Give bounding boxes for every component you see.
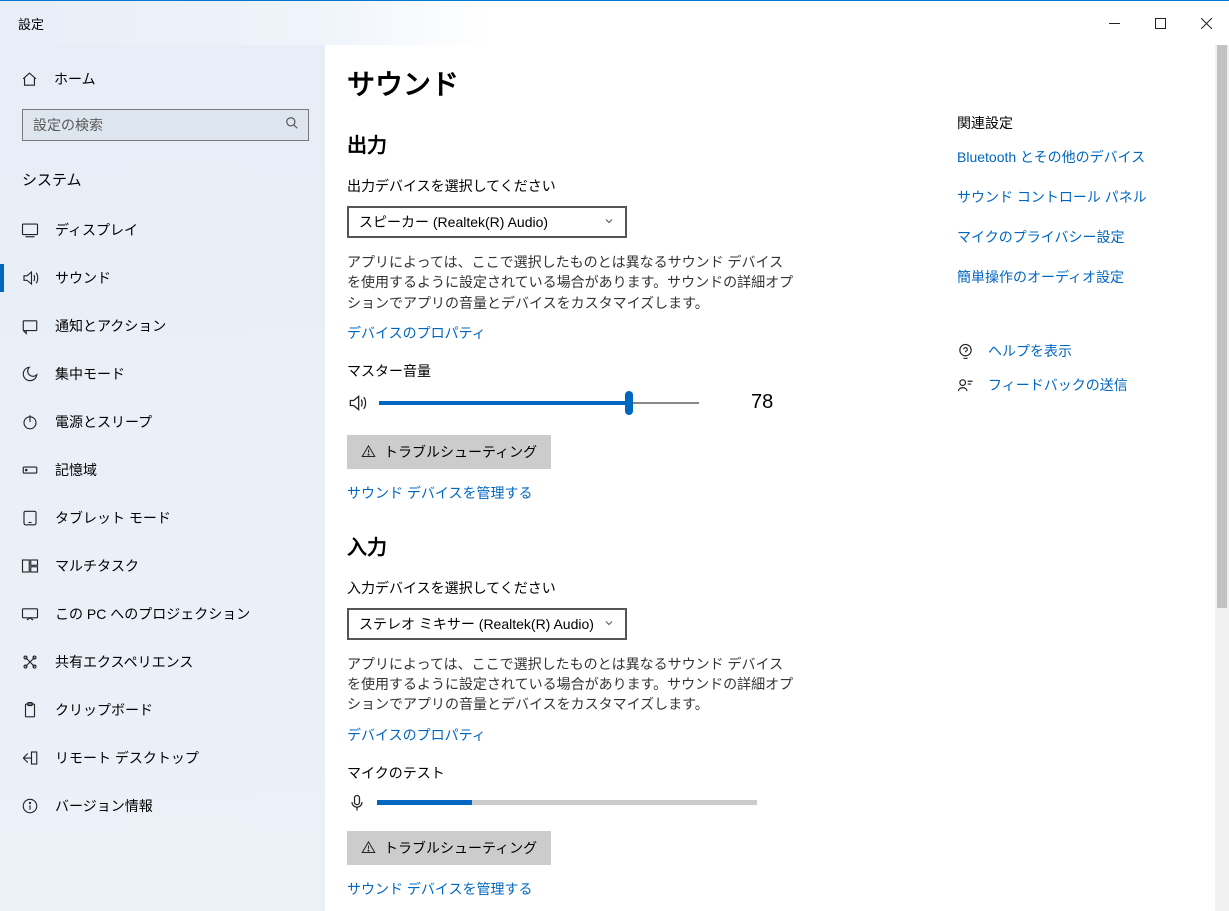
master-volume-label: マスター音量 [347, 361, 937, 381]
input-troubleshoot-label: トラブルシューティング [384, 838, 537, 858]
output-troubleshoot-button[interactable]: トラブルシューティング [347, 435, 551, 469]
mic-level-bar [377, 800, 757, 805]
sidebar-item-clipboard[interactable]: クリップボード [0, 686, 325, 734]
sidebar-nav-list: ディスプレイ サウンド 通知とアクション 集中モード 電源とスリープ 記憶域 [0, 206, 325, 830]
home-nav[interactable]: ホーム [0, 59, 325, 99]
sidebar-item-notifications[interactable]: 通知とアクション [0, 302, 325, 350]
share-icon [21, 653, 39, 671]
multitask-icon [21, 557, 39, 575]
sidebar-item-tablet[interactable]: タブレット モード [0, 494, 325, 542]
input-device-value: ステレオ ミキサー (Realtek(R) Audio) [359, 614, 594, 634]
related-settings-panel: 関連設定 Bluetooth とその他のデバイス サウンド コントロール パネル… [937, 63, 1187, 911]
speaker-icon[interactable] [347, 393, 367, 413]
power-icon [21, 413, 39, 431]
home-icon [21, 71, 38, 88]
input-desc: アプリによっては、ここで選択したものとは異なるサウンド デバイスを使用するように… [347, 654, 797, 715]
output-manage-devices-link[interactable]: サウンド デバイスを管理する [347, 483, 532, 503]
titlebar: 設定 [0, 1, 1229, 45]
notification-icon [21, 317, 39, 335]
output-desc: アプリによっては、ここで選択したものとは異なるサウンド デバイスを使用するように… [347, 252, 797, 313]
mic-test-label: マイクのテスト [347, 763, 937, 783]
sidebar-item-multitask[interactable]: マルチタスク [0, 542, 325, 590]
related-heading: 関連設定 [957, 113, 1187, 133]
window-controls [1091, 1, 1229, 45]
input-device-label: 入力デバイスを選択してください [347, 578, 937, 598]
help-icon [957, 343, 974, 360]
related-link-ease-audio[interactable]: 簡単操作のオーディオ設定 [957, 267, 1187, 287]
output-heading: 出力 [347, 129, 937, 158]
output-device-value: スピーカー (Realtek(R) Audio) [359, 212, 548, 232]
chevron-down-icon [603, 214, 615, 230]
sidebar-item-label: この PC へのプロジェクション [55, 604, 250, 624]
sidebar-item-display[interactable]: ディスプレイ [0, 206, 325, 254]
sound-icon [21, 269, 39, 287]
master-volume-slider[interactable] [379, 391, 699, 415]
search-input[interactable] [22, 109, 309, 141]
moon-icon [21, 365, 39, 383]
sidebar-item-sound[interactable]: サウンド [0, 254, 325, 302]
related-link-sound-panel[interactable]: サウンド コントロール パネル [957, 187, 1187, 207]
sidebar-item-about[interactable]: バージョン情報 [0, 782, 325, 830]
sidebar-item-label: クリップボード [55, 700, 153, 720]
info-icon [21, 797, 39, 815]
vertical-scrollbar[interactable] [1215, 45, 1229, 911]
help-link[interactable]: ヘルプを表示 [957, 341, 1187, 361]
page-title: サウンド [347, 63, 937, 103]
input-troubleshoot-button[interactable]: トラブルシューティング [347, 831, 551, 865]
sidebar-item-power[interactable]: 電源とスリープ [0, 398, 325, 446]
sidebar-item-focus[interactable]: 集中モード [0, 350, 325, 398]
feedback-label: フィードバックの送信 [988, 375, 1128, 395]
sidebar-item-label: バージョン情報 [55, 796, 153, 816]
sidebar-item-label: 集中モード [55, 364, 125, 384]
sidebar-item-label: リモート デスクトップ [55, 748, 199, 768]
clipboard-icon [21, 701, 39, 719]
window-title: 設定 [0, 14, 44, 33]
sidebar-item-label: タブレット モード [55, 508, 171, 528]
chevron-down-icon [603, 616, 615, 632]
sidebar: ホーム システム ディスプレイ サウンド 通知とアクション [0, 45, 325, 911]
sidebar-item-label: 通知とアクション [55, 316, 166, 336]
help-label: ヘルプを表示 [988, 341, 1072, 361]
input-heading: 入力 [347, 531, 937, 560]
projection-icon [21, 605, 39, 623]
sidebar-section-label: システム [0, 149, 325, 206]
sidebar-item-label: 記憶域 [55, 460, 97, 480]
display-icon [21, 221, 39, 239]
output-device-props-link[interactable]: デバイスのプロパティ [347, 323, 486, 343]
related-link-bluetooth[interactable]: Bluetooth とその他のデバイス [957, 147, 1187, 167]
feedback-icon [957, 377, 974, 394]
home-label: ホーム [54, 69, 96, 89]
tablet-icon [21, 509, 39, 527]
content-area: サウンド 出力 出力デバイスを選択してください スピーカー (Realtek(R… [325, 45, 1229, 911]
sidebar-item-label: サウンド [55, 268, 111, 288]
warning-icon [361, 444, 376, 459]
input-device-props-link[interactable]: デバイスのプロパティ [347, 725, 486, 745]
sidebar-item-storage[interactable]: 記憶域 [0, 446, 325, 494]
output-device-select[interactable]: スピーカー (Realtek(R) Audio) [347, 206, 627, 238]
storage-icon [21, 461, 39, 479]
sidebar-item-label: マルチタスク [55, 556, 139, 576]
remote-desktop-icon [21, 749, 39, 767]
related-link-mic-privacy[interactable]: マイクのプライバシー設定 [957, 227, 1187, 247]
scrollbar-thumb[interactable] [1217, 45, 1227, 608]
output-troubleshoot-label: トラブルシューティング [384, 442, 537, 462]
output-device-label: 出力デバイスを選択してください [347, 176, 937, 196]
sidebar-item-remote[interactable]: リモート デスクトップ [0, 734, 325, 782]
input-device-select[interactable]: ステレオ ミキサー (Realtek(R) Audio) [347, 608, 627, 640]
close-button[interactable] [1183, 1, 1229, 45]
warning-icon [361, 840, 376, 855]
feedback-link[interactable]: フィードバックの送信 [957, 375, 1187, 395]
sidebar-item-projection[interactable]: この PC へのプロジェクション [0, 590, 325, 638]
maximize-button[interactable] [1137, 1, 1183, 45]
sidebar-item-label: 共有エクスペリエンス [55, 652, 193, 672]
sidebar-item-label: ディスプレイ [55, 220, 138, 240]
microphone-icon [347, 793, 367, 813]
minimize-button[interactable] [1091, 1, 1137, 45]
sidebar-item-share[interactable]: 共有エクスペリエンス [0, 638, 325, 686]
sidebar-item-label: 電源とスリープ [55, 412, 152, 432]
master-volume-value: 78 [751, 391, 773, 414]
input-manage-devices-link[interactable]: サウンド デバイスを管理する [347, 879, 532, 899]
